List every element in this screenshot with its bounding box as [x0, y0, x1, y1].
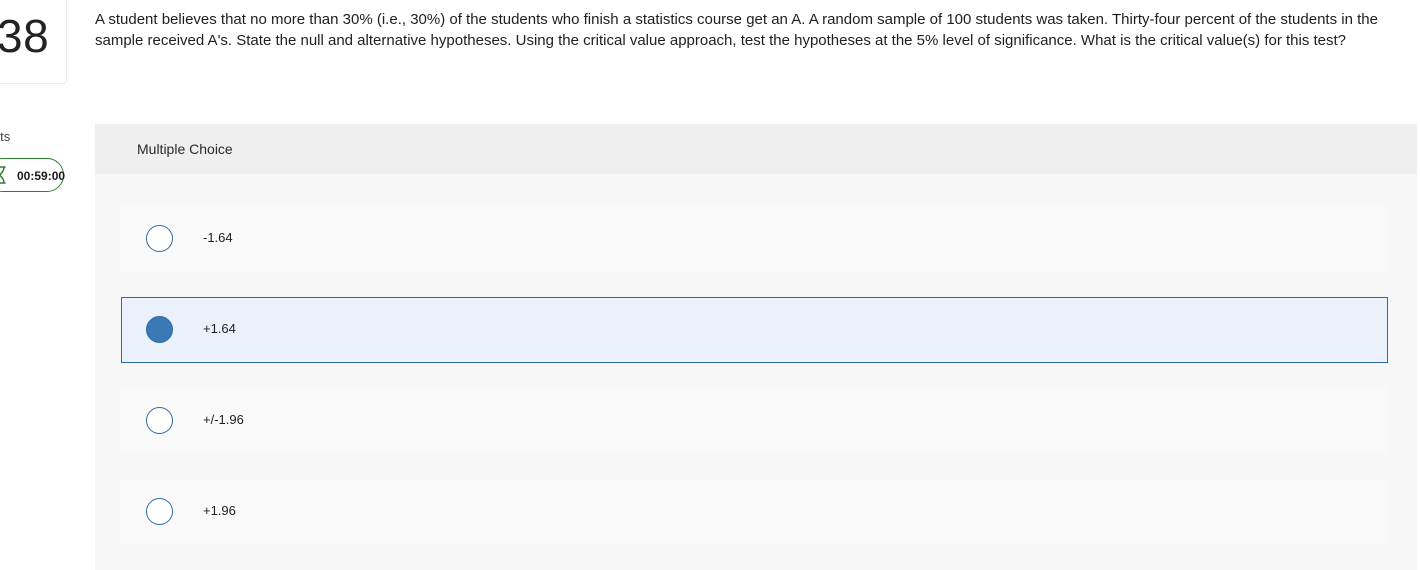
question-number-box: 38: [0, 0, 67, 84]
question-type-label: Multiple Choice: [137, 141, 233, 157]
answer-option-label: -1.64: [203, 230, 233, 245]
question-text: A student believes that no more than 30%…: [95, 11, 1378, 49]
radio-button-selected[interactable]: [146, 316, 173, 343]
hourglass-icon: [0, 166, 6, 184]
answer-option[interactable]: -1.64: [121, 206, 1388, 272]
answer-option-label: +/-1.96: [203, 412, 244, 427]
radio-button[interactable]: [146, 407, 173, 434]
answer-panel: Multiple Choice -1.64 +1.64 +/-1.96 +1.9…: [95, 124, 1417, 570]
radio-button[interactable]: [146, 498, 173, 525]
answer-option[interactable]: +1.96: [121, 479, 1388, 545]
radio-button[interactable]: [146, 225, 173, 252]
timer-badge[interactable]: 00:59:00: [0, 158, 66, 192]
timer-value: 00:59:00: [17, 169, 66, 183]
answer-option-label: +1.96: [203, 503, 236, 518]
answer-option-label: +1.64: [203, 321, 236, 336]
answer-option[interactable]: +/-1.96: [121, 388, 1388, 454]
quiz-page: 38 ints 00:59:00 A student believes that…: [0, 0, 1420, 570]
question-number: 38: [0, 10, 50, 62]
answer-option-selected[interactable]: +1.64: [121, 297, 1388, 363]
points-label: ints: [0, 129, 11, 144]
panel-header: Multiple Choice: [95, 124, 1417, 174]
